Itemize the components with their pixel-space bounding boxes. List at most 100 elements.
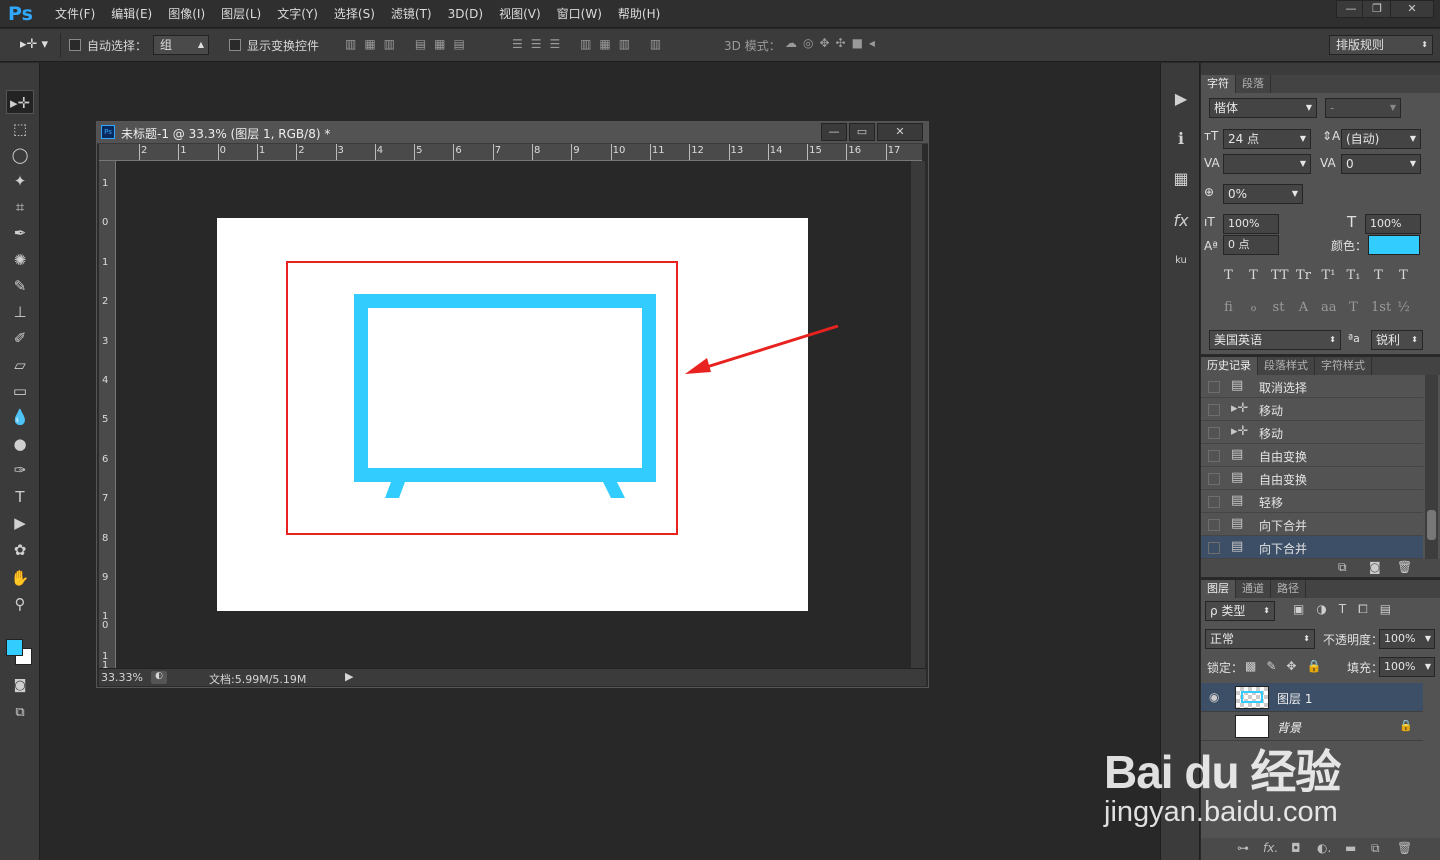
status-menu-arrow-icon[interactable]: ▶ (345, 670, 353, 683)
snapshot-camera-icon[interactable]: ◙ (1369, 560, 1381, 574)
healing-brush-tool-icon[interactable]: ✺ (6, 248, 34, 272)
history-scrollbar[interactable] (1425, 375, 1438, 559)
fill-field[interactable]: 100% ▼ (1379, 657, 1435, 677)
menu-item-3[interactable]: 图层(L) (213, 0, 269, 28)
show-transform-checkbox[interactable] (229, 39, 241, 51)
new-group-folder-icon[interactable]: ▬ (1345, 841, 1356, 855)
font-size-field[interactable]: 24 点 ▼ (1223, 129, 1311, 149)
style-button-4[interactable]: T¹ (1321, 268, 1336, 283)
history-item[interactable]: ▤ 向下合并 (1201, 513, 1423, 536)
brush-tool-icon[interactable]: ✎ (6, 274, 34, 298)
history-checkbox[interactable] (1208, 519, 1220, 531)
layer-filter-select[interactable]: ρ 类型 ⬍ (1205, 601, 1275, 621)
style-button-1[interactable]: T (1246, 268, 1261, 283)
tab-paragraph[interactable]: 段落 (1236, 75, 1271, 93)
text-color-swatch[interactable] (1368, 235, 1420, 255)
opentype-button-3[interactable]: A (1296, 300, 1311, 315)
doc-minimize-button[interactable]: — (821, 123, 847, 141)
crop-tool-icon[interactable]: ⌗ (6, 195, 34, 219)
style-button-5[interactable]: T₁ (1346, 268, 1361, 283)
link-layers-icon[interactable]: ⊶ (1237, 841, 1249, 855)
history-brush-tool-icon[interactable]: ✐ (6, 326, 34, 350)
menu-item-6[interactable]: 滤镜(T) (383, 0, 440, 28)
magic-wand-tool-icon[interactable]: ✦ (6, 169, 34, 193)
workspace-dropdown[interactable]: 排版规则 ⬍ (1329, 35, 1433, 55)
font-family-select[interactable]: 楷体 ▼ (1209, 98, 1317, 118)
opentype-button-1[interactable]: ℴ (1246, 300, 1261, 315)
tab-character[interactable]: 字符 (1201, 75, 1236, 93)
tab-channels[interactable]: 通道 (1236, 580, 1271, 598)
leading-field[interactable]: (自动) ▼ (1341, 129, 1421, 149)
info-icon[interactable]: ℹ (1169, 127, 1193, 151)
distribute-icons[interactable]: ☰☰☰ ▥▦▥ ▥ (512, 37, 669, 51)
history-item[interactable]: ▸✛ 移动 (1201, 421, 1423, 444)
style-button-2[interactable]: TT (1271, 268, 1289, 283)
vertical-scrollbar[interactable] (911, 161, 925, 668)
history-item[interactable]: ▸✛ 移动 (1201, 398, 1423, 421)
kerning-field[interactable]: ▼ (1223, 154, 1311, 174)
styles-fx-icon[interactable]: fx (1169, 209, 1193, 233)
opentype-button-2[interactable]: st (1271, 300, 1286, 315)
menu-item-1[interactable]: 编辑(E) (103, 0, 160, 28)
layer-style-fx-icon[interactable]: fx. (1263, 841, 1278, 855)
opentype-button-7[interactable]: ½ (1396, 300, 1411, 315)
clone-stamp-tool-icon[interactable]: ⊥ (6, 300, 34, 324)
quick-mask-icon[interactable]: ◙ (6, 674, 34, 698)
move-tool-preset-icon[interactable]: ▸✛ ▾ (20, 37, 48, 52)
new-doc-from-state-icon[interactable]: ⧉ (1338, 560, 1347, 575)
tracking-field[interactable]: 0 ▼ (1341, 154, 1421, 174)
delete-layer-trash-icon[interactable]: 🗑 (1397, 841, 1412, 855)
eyedropper-tool-icon[interactable]: ✒ (6, 221, 34, 245)
blend-mode-select[interactable]: 正常 ⬍ (1205, 629, 1315, 649)
history-item[interactable]: ▤ 自由变换 (1201, 444, 1423, 467)
menu-item-9[interactable]: 窗口(W) (549, 0, 610, 28)
close-window-button[interactable]: ✕ (1390, 0, 1434, 18)
trash-icon[interactable]: 🗑 (1397, 560, 1412, 574)
kuler-ku-icon[interactable]: ku (1169, 249, 1193, 273)
history-checkbox[interactable] (1208, 427, 1220, 439)
doc-maximize-button[interactable]: ▭ (849, 123, 875, 141)
style-button-7[interactable]: T (1396, 268, 1411, 283)
menu-item-2[interactable]: 图像(I) (160, 0, 213, 28)
opentype-button-4[interactable]: aa (1321, 300, 1337, 315)
lasso-tool-icon[interactable]: ◯ (6, 143, 34, 167)
auto-select-checkbox[interactable] (69, 39, 81, 51)
auto-select-dropdown[interactable]: 组 ▲ (153, 35, 209, 55)
history-item[interactable]: ▤ 自由变换 (1201, 467, 1423, 490)
language-select[interactable]: 美国英语 ⬍ (1209, 330, 1341, 350)
layer-row[interactable]: ◉ 图层 1 (1201, 683, 1423, 712)
tab-history[interactable]: 历史记录 (1201, 357, 1258, 375)
horizontal-scale-field[interactable]: 100% (1365, 214, 1421, 234)
history-checkbox[interactable] (1208, 542, 1220, 554)
doc-close-button[interactable]: ✕ (877, 123, 923, 141)
move-tool-icon[interactable]: ▸✛ (6, 90, 34, 114)
menu-item-4[interactable]: 文字(Y) (269, 0, 326, 28)
history-item[interactable]: ▤ 向下合并 (1201, 536, 1423, 559)
baseline-shift-field[interactable]: 0 点 (1223, 235, 1279, 255)
opentype-button-6[interactable]: 1st (1371, 300, 1391, 315)
gradient-tool-icon[interactable]: ▭ (6, 379, 34, 403)
3d-mode-icons[interactable]: ☁◎✥✣■◂ (785, 36, 881, 50)
style-button-6[interactable]: T (1371, 268, 1386, 283)
history-checkbox[interactable] (1208, 381, 1220, 393)
zoom-tool-icon[interactable]: ⚲ (6, 592, 34, 616)
menu-item-0[interactable]: 文件(F) (47, 0, 103, 28)
opacity-field[interactable]: 100% ▼ (1379, 629, 1435, 649)
history-item[interactable]: ▤ 取消选择 (1201, 375, 1423, 398)
font-style-select[interactable]: - ▼ (1325, 98, 1401, 118)
zoom-level[interactable]: 33.33% (101, 671, 143, 684)
path-selection-tool-icon[interactable]: ▶ (6, 511, 34, 535)
dodge-tool-icon[interactable]: ● (6, 432, 34, 456)
eraser-tool-icon[interactable]: ▱ (6, 353, 34, 377)
tab-paragraph-styles[interactable]: 段落样式 (1258, 357, 1315, 375)
layer-filter-icons[interactable]: ▣◑T⧠▤ (1293, 602, 1403, 617)
style-button-0[interactable]: T (1221, 268, 1236, 283)
history-checkbox[interactable] (1208, 496, 1220, 508)
pen-tool-icon[interactable]: ✑ (6, 458, 34, 482)
tab-layers[interactable]: 图层 (1201, 580, 1236, 598)
play-actions-icon[interactable]: ▶ (1169, 87, 1193, 111)
status-share-icon[interactable]: ◐ (151, 671, 167, 684)
history-checkbox[interactable] (1208, 404, 1220, 416)
hand-tool-icon[interactable]: ✋ (6, 566, 34, 590)
marquee-tool-icon[interactable]: ⬚ (6, 117, 34, 141)
